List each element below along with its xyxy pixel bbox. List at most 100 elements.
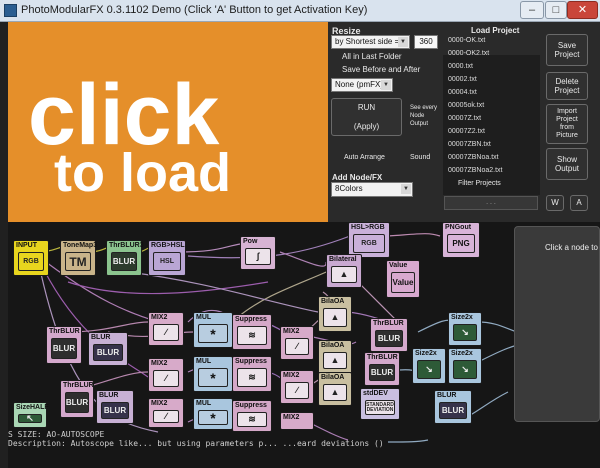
w-button[interactable]: W bbox=[546, 195, 564, 211]
node-thrblur[interactable]: ThrBLUR BLUR bbox=[364, 352, 400, 386]
suppress-icon: ≋ bbox=[237, 326, 267, 345]
list-item[interactable]: 00007ZBN.txt bbox=[448, 141, 491, 148]
activation-button[interactable]: A bbox=[570, 195, 588, 211]
multiply-icon: * bbox=[198, 410, 228, 425]
node-stddev[interactable]: stdDEV STANDARD DEVIATION bbox=[360, 388, 400, 420]
node-mul[interactable]: MUL * bbox=[193, 398, 233, 430]
node-label: ThrBLUR bbox=[63, 382, 94, 389]
node-label: SizeHALF bbox=[16, 404, 49, 411]
node-mul[interactable]: MUL * bbox=[193, 356, 233, 392]
blur-icon: BLUR bbox=[51, 338, 77, 359]
node-blur[interactable]: BLUR BLUR bbox=[96, 390, 134, 424]
node-thrblur[interactable]: ThrBLUR BLUR bbox=[60, 380, 94, 418]
auto-arrange-option[interactable]: Auto Arrange bbox=[344, 154, 385, 161]
minimize-button[interactable]: – bbox=[520, 1, 544, 19]
blur-icon: BLUR bbox=[369, 364, 395, 381]
node-mix2[interactable]: MIX2 ∕ bbox=[148, 358, 184, 392]
run-apply-button[interactable]: RUN (Apply) bbox=[331, 98, 402, 136]
preset-select[interactable]: None (pmFX) ▼ bbox=[331, 78, 393, 92]
delete-project-button[interactable]: Delete Project bbox=[546, 72, 588, 100]
node-thrblur[interactable]: ThrBLUR BLUR bbox=[370, 318, 408, 352]
png-icon: PNG bbox=[447, 234, 475, 253]
filter-projects-input[interactable]: . . . bbox=[444, 196, 538, 210]
node-suppress[interactable]: Suppress ≋ bbox=[232, 314, 272, 350]
list-item[interactable]: 0000-OK2.txt bbox=[448, 50, 489, 57]
status-console: S SIZE: AO-AUTOSCOPE Description: Autosc… bbox=[8, 430, 600, 468]
node-label: stdDEV bbox=[363, 390, 388, 397]
node-pngout[interactable]: PNGout PNG bbox=[442, 222, 480, 258]
node-bilaoa[interactable]: BilaOA ▲ bbox=[318, 296, 352, 332]
close-button[interactable]: ✕ bbox=[567, 1, 598, 19]
node-thrblur[interactable]: ThrBLUR BLUR bbox=[46, 326, 82, 364]
node-graph-canvas[interactable]: INPUT RGB ToneMap3 TM ThrBLUR3 BLUR RGB>… bbox=[8, 222, 600, 468]
project-file-list[interactable]: 0000-OK.txt 0000-OK2.txt 0000.txt 00002.… bbox=[443, 37, 540, 195]
node-suppress[interactable]: Suppress ≋ bbox=[232, 400, 272, 432]
node-label: BLUR bbox=[437, 392, 457, 399]
app-window: PhotoModularFX 0.3.1102 Demo (Click 'A' … bbox=[0, 0, 600, 468]
node-size2x[interactable]: Size2x ↘ bbox=[448, 312, 482, 346]
node-sizehalf[interactable]: SizeHALF ↖ bbox=[13, 402, 49, 428]
node-mix2[interactable]: MIX2 bbox=[280, 412, 314, 430]
node-bilaoa[interactable]: BilaOA ▲ bbox=[318, 372, 352, 406]
mix-icon: ∕ bbox=[285, 338, 309, 355]
node-mix2[interactable]: MIX2 ∕ bbox=[280, 370, 314, 404]
save-before-after-option[interactable]: Save Before and After bbox=[342, 65, 420, 74]
node-blur[interactable]: BLUR BLUR bbox=[88, 332, 128, 366]
preview-text-line2: to load bbox=[54, 143, 231, 203]
list-item[interactable]: 00007ZBNoa2.txt bbox=[448, 167, 502, 174]
all-in-last-folder-option[interactable]: All in Last Folder bbox=[342, 52, 402, 61]
see-every-node-output-label[interactable]: See every Node Output bbox=[410, 104, 437, 128]
node-label: MIX2 bbox=[151, 400, 168, 407]
node-label: ThrBLUR bbox=[49, 328, 80, 335]
list-item[interactable]: 00002.txt bbox=[448, 76, 477, 83]
list-item[interactable]: 0000.txt bbox=[448, 63, 473, 70]
node-value[interactable]: Value Value bbox=[386, 260, 420, 298]
node-label: ThrBLUR3 bbox=[109, 242, 144, 249]
import-project-button[interactable]: Import Project from Picture bbox=[546, 104, 588, 144]
node-size2x[interactable]: Size2x ↘ bbox=[448, 348, 482, 384]
list-item[interactable]: 00007Z2.txt bbox=[448, 128, 485, 135]
list-item[interactable]: 00005ok.txt bbox=[448, 102, 484, 109]
stddev-icon: STANDARD DEVIATION bbox=[365, 400, 395, 415]
image-preview[interactable]: click to load bbox=[8, 22, 328, 222]
resize-mode-select[interactable]: by Shortest side = ▼ bbox=[331, 35, 410, 49]
node-input[interactable]: INPUT RGB bbox=[13, 240, 49, 276]
maximize-button[interactable]: □ bbox=[545, 1, 567, 19]
add-node-select[interactable]: 8Colors ▼ bbox=[331, 182, 413, 197]
arrow-icon: ↘ bbox=[417, 360, 441, 379]
node-tonemap3[interactable]: ToneMap3 TM bbox=[60, 240, 98, 276]
node-label: Suppress bbox=[235, 402, 267, 409]
node-label: Bilateral bbox=[329, 256, 357, 263]
sound-option[interactable]: Sound bbox=[410, 154, 430, 161]
curve-icon: ∫ bbox=[245, 248, 271, 265]
node-hsl-rgb[interactable]: HSL>RGB RGB bbox=[348, 222, 390, 258]
show-output-button[interactable]: Show Output bbox=[546, 148, 588, 180]
node-properties-panel: Click a node to bbox=[514, 226, 600, 422]
node-thrblur3[interactable]: ThrBLUR3 BLUR bbox=[106, 240, 144, 276]
node-size2x[interactable]: Size2x ↘ bbox=[412, 348, 446, 384]
node-mul[interactable]: MUL * bbox=[193, 312, 233, 348]
resize-size-input[interactable]: 360 bbox=[414, 35, 438, 49]
node-label: PNGout bbox=[445, 224, 472, 231]
preset-value: None (pmFX) bbox=[335, 80, 384, 89]
list-item[interactable]: 00007ZBNoa.txt bbox=[448, 154, 499, 161]
node-mix2[interactable]: MIX2 ∕ bbox=[280, 326, 314, 360]
save-project-button[interactable]: Save Project bbox=[546, 34, 588, 66]
node-pow[interactable]: Pow ∫ bbox=[240, 236, 276, 270]
node-bilaoa[interactable]: BilaOA ▲ bbox=[318, 340, 352, 374]
node-mix2[interactable]: MIX2 ∕ bbox=[148, 312, 184, 346]
node-blur[interactable]: BLUR BLUR bbox=[434, 390, 472, 424]
list-item[interactable]: 00007Z.txt bbox=[448, 115, 481, 122]
chevron-down-icon: ▼ bbox=[398, 37, 408, 47]
list-item[interactable]: 00004.txt bbox=[448, 89, 477, 96]
node-mix2[interactable]: MIX2 ∕ bbox=[148, 398, 184, 428]
node-label: ToneMap3 bbox=[63, 242, 98, 249]
node-suppress[interactable]: Suppress ≋ bbox=[232, 356, 272, 392]
mix-icon: ∕ bbox=[285, 382, 309, 399]
node-rgb-hsl[interactable]: RGB>HSL HSL bbox=[148, 240, 186, 276]
node-label: ThrBLUR bbox=[373, 320, 404, 327]
list-item[interactable]: 0000-OK.txt bbox=[448, 37, 485, 44]
node-label: MUL bbox=[196, 314, 212, 321]
suppress-icon: ≋ bbox=[237, 412, 267, 427]
node-bilateral[interactable]: Bilateral ▲ bbox=[326, 254, 362, 288]
